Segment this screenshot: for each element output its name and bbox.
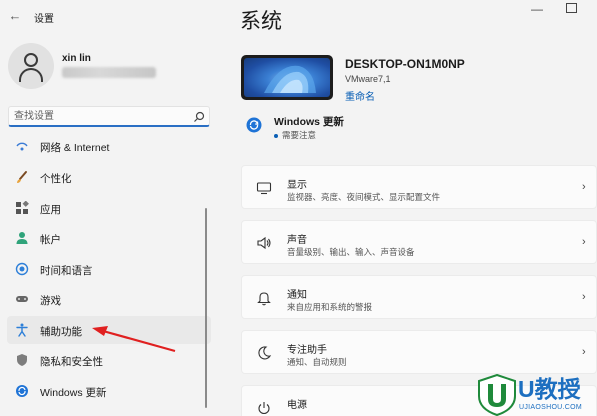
- sidebar-item-gaming[interactable]: 游戏: [7, 285, 211, 313]
- sidebar-item-apps[interactable]: 应用: [7, 194, 211, 222]
- bloom-graphic: [264, 65, 316, 93]
- sidebar-scrollbar[interactable]: [205, 208, 207, 408]
- sidebar-nav: 网络 & Internet 个性化 应用 帐户 时间和语言 游戏 辅助功能 隐私…: [0, 136, 214, 416]
- card-title: 声音: [287, 235, 307, 246]
- user-name: xin lin: [62, 53, 91, 64]
- device-name: DESKTOP-ON1M0NP: [345, 57, 465, 71]
- sidebar-item-label: 隐私和安全性: [40, 356, 103, 368]
- sidebar-item-time-language[interactable]: 时间和语言: [7, 255, 211, 283]
- shield-icon: [17, 354, 27, 366]
- settings-window: ← 设置 — xin lin 网络 & Internet 个性: [0, 0, 597, 416]
- card-title: 专注助手: [287, 345, 327, 356]
- bell-icon: [257, 292, 271, 306]
- user-email-blurred: [62, 67, 156, 78]
- wallpaper-preview: [244, 58, 330, 97]
- sidebar-item-label: 个性化: [40, 173, 72, 185]
- search-box[interactable]: [8, 106, 210, 127]
- network-icon: [16, 142, 28, 151]
- card-sound[interactable]: 声音 音量级别、输出、输入、声音设备 ›: [241, 220, 597, 264]
- card-notifications[interactable]: 通知 来自应用和系统的警报 ›: [241, 275, 597, 319]
- sidebar-item-windows-update[interactable]: Windows 更新: [7, 377, 211, 405]
- chevron-right-icon: ›: [582, 291, 586, 303]
- watermark-subtext: UJIAOSHOU.COM: [519, 404, 583, 411]
- card-desc: 通知、自动规则: [287, 357, 347, 367]
- avatar[interactable]: [8, 43, 54, 89]
- sidebar-item-accounts[interactable]: 帐户: [7, 224, 211, 252]
- sidebar-item-network[interactable]: 网络 & Internet: [7, 136, 211, 160]
- apps-icon: [16, 201, 29, 214]
- sidebar-item-label: 游戏: [40, 295, 61, 307]
- sidebar-item-privacy[interactable]: 隐私和安全性: [7, 346, 211, 374]
- device-model: VMware7,1: [345, 74, 391, 84]
- windows-update-status-icon[interactable]: [246, 117, 262, 133]
- card-focus-assist[interactable]: 专注助手 通知、自动规则 ›: [241, 330, 597, 374]
- device-thumbnail: [241, 55, 333, 100]
- power-icon: [258, 402, 270, 415]
- rename-link[interactable]: 重命名: [345, 88, 375, 103]
- globe-clock-icon: [15, 262, 29, 276]
- page-title: 系统: [240, 10, 282, 33]
- speaker-icon: [257, 236, 271, 250]
- minimize-button[interactable]: —: [527, 2, 547, 16]
- card-title: 显示: [287, 180, 307, 191]
- status-dot: [274, 133, 278, 138]
- avatar-body-shape: [19, 68, 43, 82]
- card-desc: 来自应用和系统的警报: [287, 302, 373, 312]
- card-desc: 监视器、亮度、夜间模式、显示配置文件: [287, 192, 441, 202]
- person-icon: [16, 232, 28, 244]
- sidebar-item-label: Windows 更新: [40, 387, 107, 399]
- sidebar-item-label: 应用: [40, 204, 61, 216]
- chevron-right-icon: ›: [582, 236, 586, 248]
- chevron-right-icon: ›: [582, 346, 586, 358]
- sidebar-item-label: 网络 & Internet: [40, 142, 110, 154]
- update-title[interactable]: Windows 更新: [274, 114, 344, 129]
- app-title: 设置: [34, 14, 54, 25]
- moon-icon: [258, 346, 272, 360]
- accessibility-icon: [16, 323, 28, 337]
- avatar-head-shape: [24, 53, 38, 67]
- card-title: 电源: [287, 400, 307, 411]
- maximize-button[interactable]: [566, 3, 577, 13]
- gamepad-icon: [16, 296, 28, 302]
- card-desc: 音量级别、输出、输入、声音设备: [287, 247, 415, 257]
- watermark-text: U教授: [518, 376, 581, 402]
- brush-icon: [17, 171, 27, 183]
- back-arrow-icon[interactable]: ←: [6, 8, 24, 24]
- sidebar-item-label: 时间和语言: [40, 265, 93, 277]
- sidebar-item-label: 辅助功能: [40, 326, 82, 338]
- update-status: 需要注意: [274, 129, 316, 141]
- windows-update-icon: [16, 385, 28, 397]
- sidebar-item-personalization[interactable]: 个性化: [7, 163, 211, 191]
- search-icon[interactable]: [193, 111, 205, 123]
- sidebar-item-accessibility[interactable]: 辅助功能: [7, 316, 211, 344]
- chevron-right-icon: ›: [582, 181, 586, 193]
- search-input[interactable]: [14, 109, 184, 124]
- sidebar-item-label: 帐户: [40, 234, 61, 246]
- shield-logo-icon: [478, 374, 516, 416]
- card-title: 通知: [287, 290, 307, 301]
- card-display[interactable]: 显示 监视器、亮度、夜间模式、显示配置文件 ›: [241, 165, 597, 209]
- update-status-text: 需要注意: [282, 130, 317, 140]
- watermark: U教授 UJIAOSHOU.COM: [477, 374, 597, 416]
- monitor-icon: [256, 182, 272, 195]
